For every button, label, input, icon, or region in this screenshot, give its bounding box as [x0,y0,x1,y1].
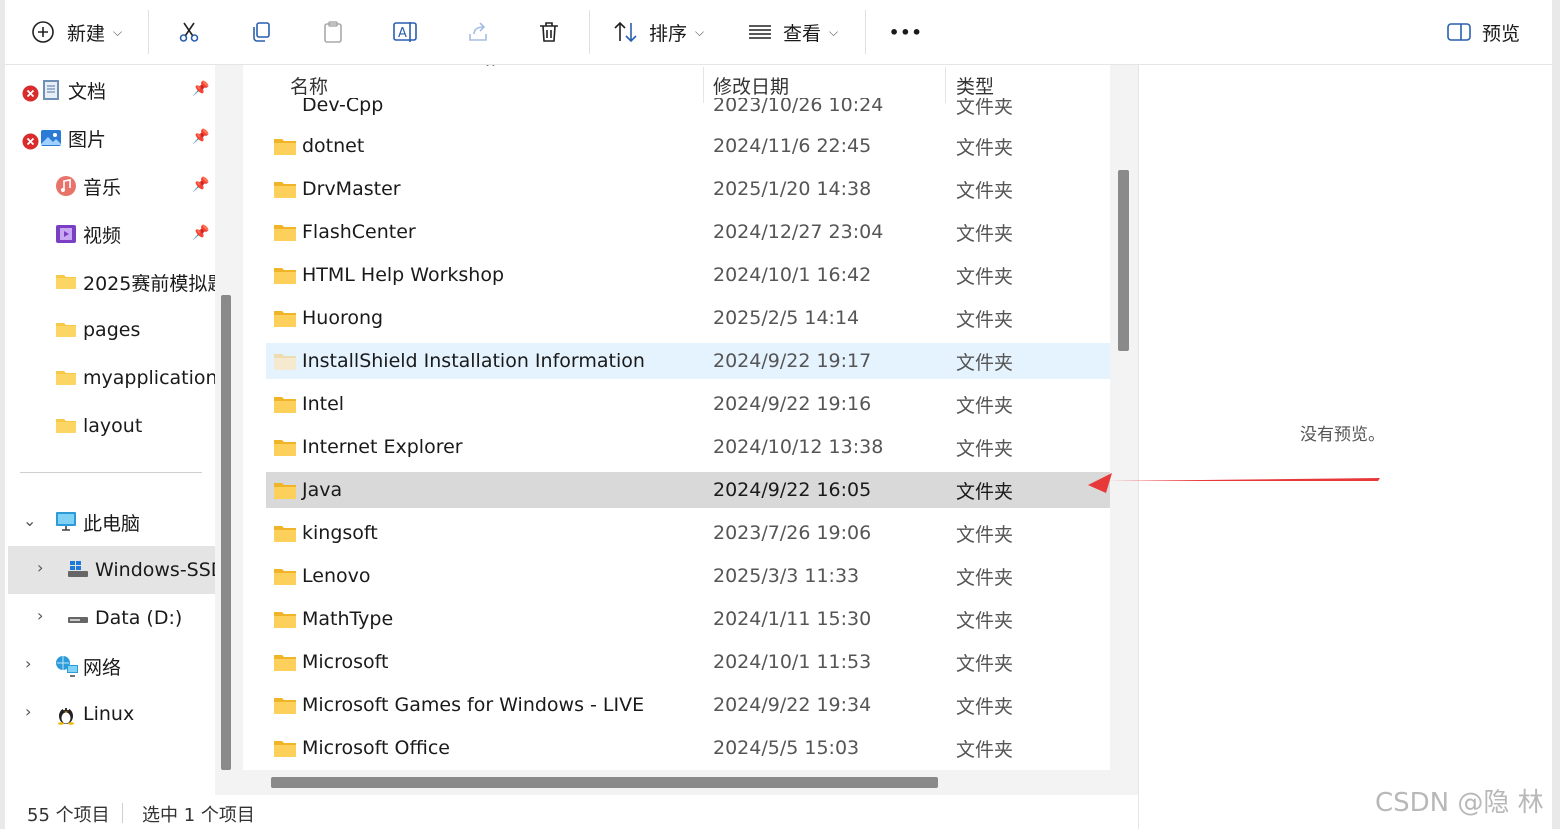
watermark: CSDN @隐 林 [1375,788,1544,818]
annotation-arrow-icon [1088,473,1380,493]
